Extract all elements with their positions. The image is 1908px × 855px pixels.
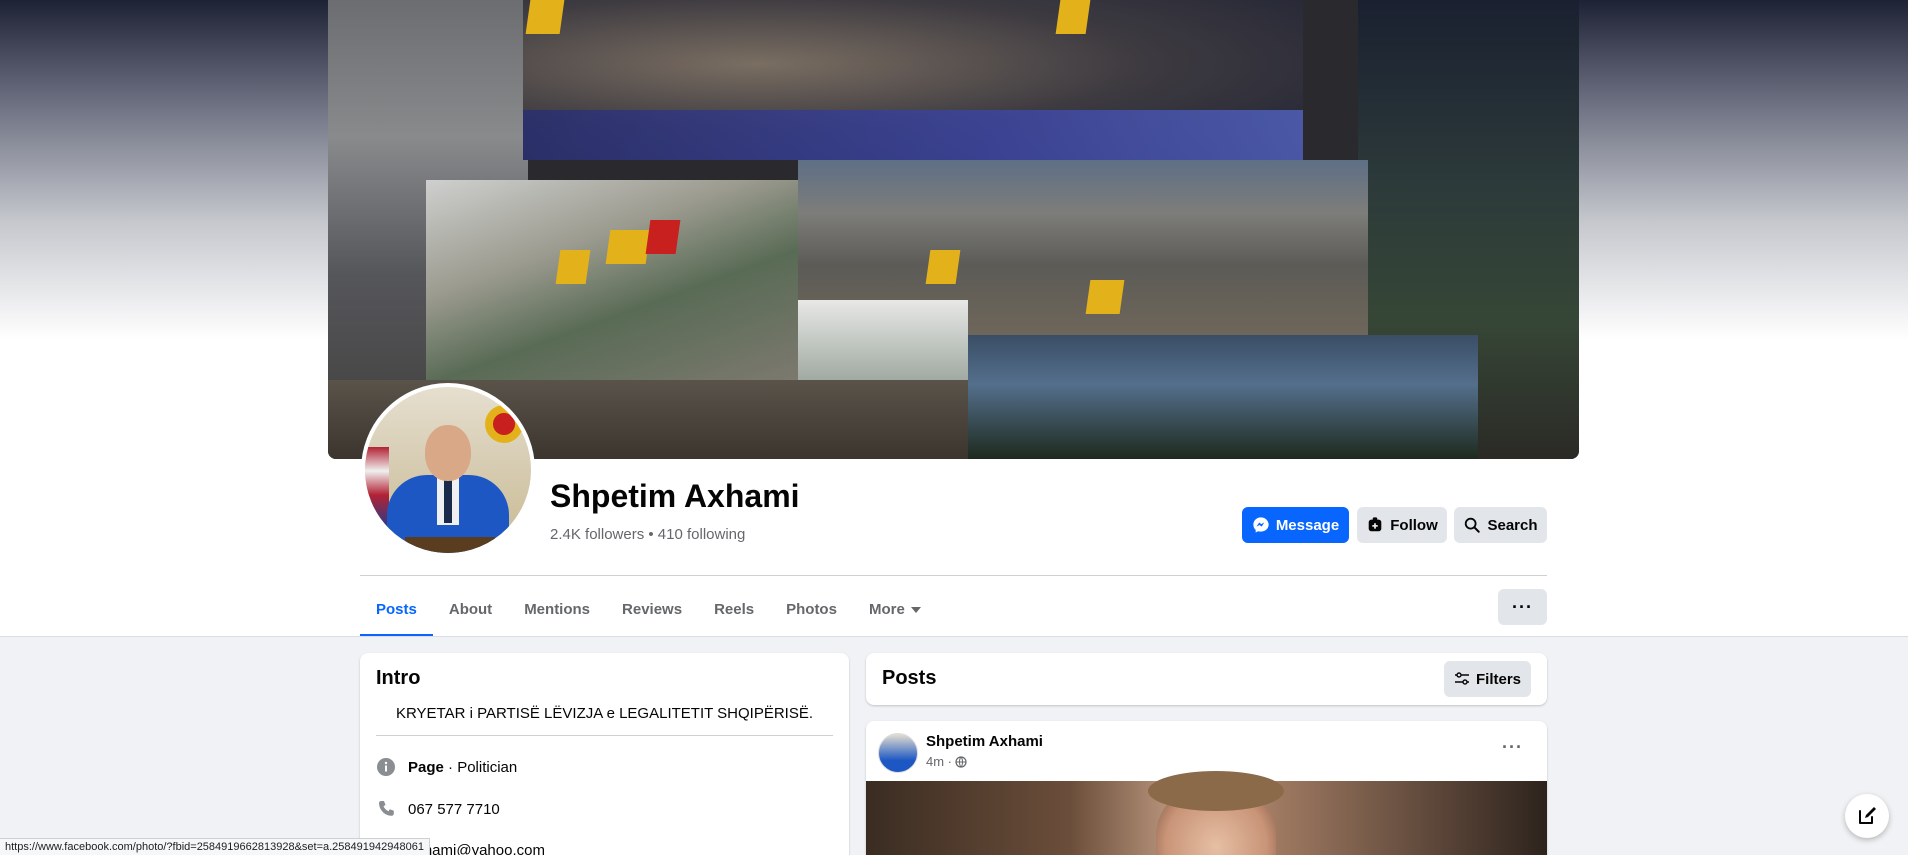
tab-more-label: More bbox=[868, 601, 905, 618]
compose-icon bbox=[1859, 807, 1876, 824]
post-author-avatar[interactable] bbox=[878, 733, 918, 773]
tab-mentions[interactable]: Mentions bbox=[508, 582, 606, 637]
messenger-icon bbox=[1253, 517, 1269, 533]
search-button[interactable]: Search bbox=[1454, 507, 1547, 543]
profile-header: Shpetim Axhami 2.4K followers • 410 foll… bbox=[0, 0, 1908, 637]
tab-more[interactable]: More bbox=[853, 582, 937, 637]
more-dots-icon: ··· bbox=[1502, 737, 1523, 757]
post-image[interactable] bbox=[866, 771, 1547, 855]
globe-icon bbox=[955, 755, 967, 768]
message-label: Message bbox=[1275, 516, 1340, 534]
more-dots-icon: ··· bbox=[1512, 596, 1533, 617]
new-message-button[interactable] bbox=[1845, 794, 1889, 838]
intro-category: Page · Politician bbox=[376, 757, 517, 777]
tab-photos[interactable]: Photos bbox=[770, 582, 853, 637]
posts-header-card: Posts Filters bbox=[866, 653, 1547, 705]
party-seal-icon bbox=[485, 405, 523, 443]
phone-number[interactable]: 067 577 7710 bbox=[408, 801, 500, 818]
intro-phone: 067 577 7710 bbox=[376, 799, 500, 819]
intro-bio: KRYETAR i PARTISË LËVIZJA e LEGALITETIT … bbox=[395, 705, 814, 722]
follow-button[interactable]: Follow bbox=[1357, 507, 1447, 543]
tab-reels[interactable]: Reels bbox=[698, 582, 770, 637]
follow-stats[interactable]: 2.4K followers • 410 following bbox=[550, 526, 745, 543]
profile-tabs: Posts About Mentions Reviews Reels Photo… bbox=[360, 582, 937, 637]
post-meta: 4m · bbox=[926, 754, 967, 769]
cover-photo[interactable] bbox=[328, 0, 1579, 459]
search-label: Search bbox=[1487, 516, 1538, 534]
post-author-name[interactable]: Shpetim Axhami bbox=[926, 733, 1043, 750]
follow-icon bbox=[1368, 517, 1382, 532]
filters-button[interactable]: Filters bbox=[1444, 661, 1531, 697]
tab-about[interactable]: About bbox=[433, 582, 508, 637]
profile-name: Shpetim Axhami bbox=[550, 478, 800, 514]
filters-label: Filters bbox=[1475, 670, 1521, 688]
more-options-button[interactable]: ··· bbox=[1498, 589, 1547, 625]
profile-avatar[interactable] bbox=[361, 383, 535, 557]
phone-icon bbox=[376, 799, 396, 819]
post-card: Shpetim Axhami 4m · ··· bbox=[866, 721, 1547, 855]
post-timestamp[interactable]: 4m · bbox=[926, 754, 952, 769]
filters-icon bbox=[1454, 672, 1469, 685]
intro-card: Intro KRYETAR i PARTISË LËVIZJA e LEGALI… bbox=[360, 653, 849, 855]
status-bar-url: https://www.facebook.com/photo/?fbid=258… bbox=[0, 838, 430, 855]
tab-reviews[interactable]: Reviews bbox=[606, 582, 698, 637]
category-label: · Politician bbox=[443, 758, 518, 776]
header-bottom-border bbox=[0, 636, 1908, 637]
category-page-label: Page bbox=[408, 758, 444, 776]
message-button[interactable]: Message bbox=[1242, 507, 1349, 543]
intro-divider bbox=[376, 735, 833, 736]
posts-title: Posts bbox=[882, 667, 937, 689]
search-icon bbox=[1465, 517, 1481, 533]
info-icon bbox=[376, 757, 396, 777]
caret-down-icon bbox=[910, 606, 921, 613]
header-divider bbox=[360, 575, 1547, 576]
post-options-button[interactable]: ··· bbox=[1502, 737, 1523, 758]
tab-posts[interactable]: Posts bbox=[360, 582, 433, 637]
intro-title: Intro bbox=[376, 667, 421, 689]
follow-label: Follow bbox=[1390, 516, 1438, 534]
